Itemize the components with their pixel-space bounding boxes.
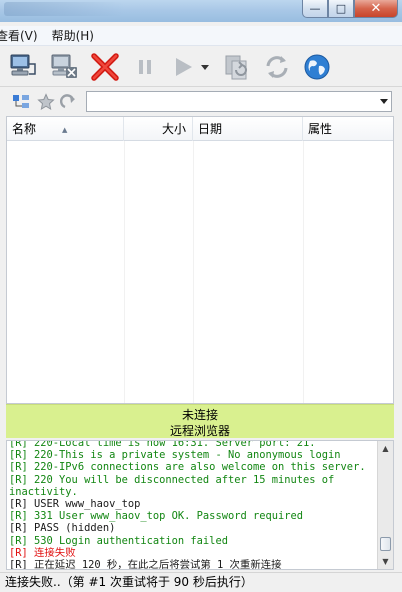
refresh-button[interactable] bbox=[262, 52, 292, 82]
status-bar: 连接失败..（第 #1 次重试将于 90 秒后执行） bbox=[0, 572, 402, 592]
title-bar: — □ ✕ bbox=[0, 0, 402, 22]
pane-title-label: 远程浏览器 bbox=[169, 424, 230, 438]
play-dropdown-button[interactable] bbox=[198, 52, 212, 82]
scroll-down-icon[interactable]: ▼ bbox=[378, 554, 393, 569]
favorite-star-icon bbox=[37, 93, 55, 111]
menu-bar: 查看(V) 帮助(H) bbox=[0, 26, 402, 46]
menu-help[interactable]: 帮助(H) bbox=[45, 27, 101, 44]
disconnect-button[interactable] bbox=[49, 52, 79, 82]
scroll-up-icon[interactable]: ▲ bbox=[378, 441, 393, 456]
column-divider bbox=[303, 141, 304, 403]
toolbar bbox=[0, 47, 402, 87]
column-name-label: 名称 bbox=[12, 122, 37, 136]
stop-icon bbox=[91, 53, 119, 81]
pause-icon bbox=[139, 60, 151, 74]
log-lines: [R] 220-Local time is now 16:31. Server … bbox=[9, 440, 377, 570]
log-pane[interactable]: [R] 220-Local time is now 16:31. Server … bbox=[6, 440, 394, 570]
pause-button[interactable] bbox=[130, 52, 160, 82]
sync-icon bbox=[225, 55, 247, 80]
play-dropdown-icon bbox=[201, 65, 209, 70]
close-button[interactable]: ✕ bbox=[354, 0, 398, 18]
column-size[interactable]: 大小 bbox=[124, 117, 193, 141]
play-button[interactable] bbox=[168, 52, 198, 82]
favorites-button[interactable] bbox=[37, 93, 55, 111]
connect-icon bbox=[10, 54, 36, 76]
refresh-icon bbox=[266, 56, 288, 78]
column-divider bbox=[193, 141, 194, 403]
window-title-blurred bbox=[4, 2, 124, 16]
remote-path-combobox[interactable] bbox=[86, 91, 392, 112]
remote-file-list[interactable]: 名称 ▲ 大小 日期 属性 bbox=[6, 116, 394, 404]
globe-icon bbox=[304, 54, 330, 80]
connection-status-band: 未连接 远程浏览器 bbox=[6, 404, 394, 438]
log-line: [R] 连接失败 bbox=[9, 546, 76, 559]
log-line: [R] 220 You will be disconnected after 1… bbox=[9, 473, 341, 498]
log-line: [R] 530 Login authentication failed bbox=[9, 534, 228, 547]
column-header-row: 名称 ▲ 大小 日期 属性 bbox=[7, 117, 393, 141]
up-level-icon bbox=[60, 94, 75, 109]
log-line: [R] 正在延迟 120 秒，在此之后将尝试第 1 次重新连接 bbox=[9, 559, 282, 570]
log-line: [R] 331 User www_haov_top OK. Password r… bbox=[9, 510, 304, 523]
column-attributes[interactable]: 属性 bbox=[303, 117, 393, 141]
log-line: [R] PASS (hidden) bbox=[9, 522, 116, 535]
sync-button[interactable] bbox=[222, 52, 252, 82]
chevron-down-icon[interactable] bbox=[380, 99, 388, 104]
scroll-thumb[interactable] bbox=[380, 537, 391, 551]
connection-state-label: 未连接 bbox=[181, 408, 218, 422]
sort-ascending-icon: ▲ bbox=[62, 126, 68, 134]
menu-view[interactable]: 查看(V) bbox=[0, 27, 45, 44]
connect-button[interactable] bbox=[8, 52, 38, 82]
log-line: [R] 220-Local time is now 16:31. Server … bbox=[9, 440, 316, 449]
window-controls: — □ ✕ bbox=[302, 0, 398, 18]
up-level-button[interactable] bbox=[60, 93, 78, 111]
address-row bbox=[0, 88, 402, 114]
maximize-button[interactable]: □ bbox=[328, 0, 354, 18]
site-tree-icon bbox=[13, 95, 29, 108]
minimize-button[interactable]: — bbox=[302, 0, 328, 18]
log-line: [R] 220-IPv6 connections are also welcom… bbox=[9, 461, 366, 474]
column-name[interactable]: 名称 ▲ bbox=[7, 117, 124, 141]
disconnect-icon bbox=[51, 54, 77, 78]
play-icon bbox=[176, 58, 192, 76]
log-line: [R] 220-This is a private system - No an… bbox=[9, 449, 341, 462]
log-scrollbar[interactable]: ▲ ▼ bbox=[377, 441, 393, 569]
site-tree-button[interactable] bbox=[12, 93, 30, 111]
log-line: [R] USER www_haov_top bbox=[9, 498, 141, 511]
column-divider bbox=[124, 141, 125, 403]
column-date[interactable]: 日期 bbox=[193, 117, 303, 141]
browser-button[interactable] bbox=[302, 52, 332, 82]
stop-button[interactable] bbox=[90, 52, 120, 82]
